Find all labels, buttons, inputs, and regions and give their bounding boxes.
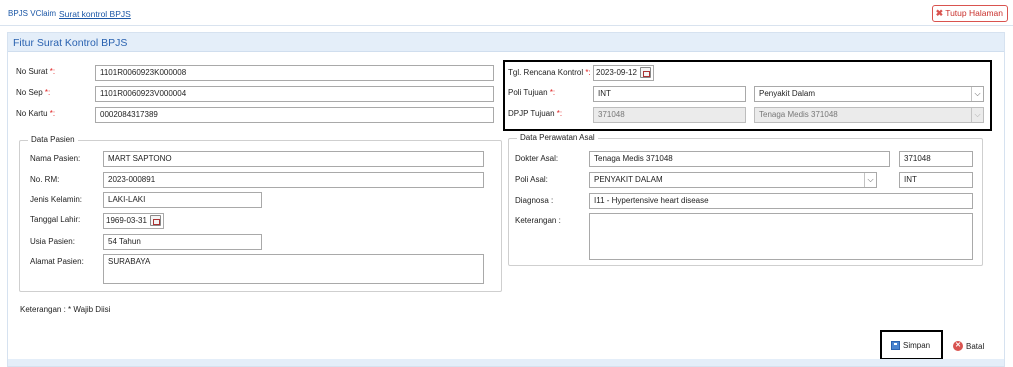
tanggal-lahir-input[interactable]: 1969-03-31	[103, 213, 164, 229]
no-surat-input[interactable]: 1101R0060923K000008	[95, 65, 494, 81]
save-label: Simpan	[903, 341, 931, 350]
diagnosa-label: Diagnosa :	[515, 196, 554, 205]
no-kartu-label: No Kartu *:	[16, 109, 56, 118]
no-rm-label: No. RM:	[30, 175, 60, 184]
data-perawatan-legend: Data Perawatan Asal	[517, 133, 598, 142]
alamat-pasien-textarea[interactable]: SURABAYA	[103, 254, 484, 284]
usia-pasien-label: Usia Pasien:	[30, 237, 75, 246]
dokter-asal-label: Dokter Asal:	[515, 154, 559, 163]
no-sep-label: No Sep *:	[16, 88, 51, 97]
poli-asal-select[interactable]: PENYAKIT DALAM ⌵	[589, 172, 877, 188]
no-rm-input[interactable]: 2023-000891	[103, 172, 484, 188]
page-title: Fitur Surat Kontrol BPJS	[13, 37, 128, 49]
jenis-kelamin-input[interactable]: LAKI-LAKI	[103, 192, 262, 208]
tanggal-lahir-value: 1969-03-31	[106, 216, 147, 225]
required-note: Keterangan : * Wajib Diisi	[20, 305, 111, 314]
cancel-icon: ✕	[953, 341, 963, 351]
tab-bpjs-vclaim[interactable]: BPJS VClaim	[8, 9, 56, 18]
poli-asal-label: Poli Asal:	[515, 175, 548, 184]
close-page-label: Tutup Halaman	[945, 8, 1003, 18]
tanggal-lahir-label: Tanggal Lahir:	[30, 215, 81, 224]
dokter-asal-code-input[interactable]: 371048	[899, 151, 973, 167]
poli-asal-selected: PENYAKIT DALAM	[594, 175, 663, 184]
nama-pasien-label: Nama Pasien:	[30, 154, 81, 163]
save-icon	[891, 341, 900, 350]
cancel-label: Batal	[966, 341, 985, 351]
alamat-pasien-label: Alamat Pasien:	[30, 257, 84, 266]
cancel-button[interactable]: ✕ Batal	[953, 341, 984, 351]
highlight-box	[503, 60, 992, 131]
usia-pasien-input[interactable]: 54 Tahun	[103, 234, 262, 250]
dokter-asal-input[interactable]: Tenaga Medis 371048	[589, 151, 890, 167]
main-panel: Fitur Surat Kontrol BPJS No Surat *: 110…	[7, 32, 1005, 367]
close-icon: ✖	[935, 8, 944, 18]
keterangan-textarea[interactable]	[589, 213, 973, 260]
tab-surat-kontrol[interactable]: Surat kontrol BPJS	[59, 9, 131, 19]
no-surat-label: No Surat *:	[16, 67, 56, 76]
poli-asal-code-input[interactable]: INT	[899, 172, 973, 188]
panel-header: Fitur Surat Kontrol BPJS	[8, 33, 1004, 52]
no-kartu-input[interactable]: 0002084317389	[95, 107, 494, 123]
close-page-button[interactable]: ✖ Tutup Halaman	[931, 5, 1008, 22]
diagnosa-input[interactable]: I11 - Hypertensive heart disease	[589, 193, 973, 209]
calendar-icon[interactable]	[150, 215, 161, 226]
nama-pasien-input[interactable]: MART SAPTONO	[103, 151, 484, 167]
panel-footer	[8, 359, 1004, 366]
jenis-kelamin-label: Jenis Kelamin:	[30, 195, 83, 204]
no-sep-input[interactable]: 1101R0060923V000004	[95, 86, 494, 102]
data-pasien-legend: Data Pasien	[28, 135, 78, 144]
keterangan-label: Keterangan :	[515, 216, 561, 225]
save-button[interactable]: Simpan	[891, 341, 930, 350]
top-bar: BPJS VClaim Surat kontrol BPJS ✖ Tutup H…	[0, 0, 1013, 26]
chevron-down-icon: ⌵	[864, 173, 876, 187]
